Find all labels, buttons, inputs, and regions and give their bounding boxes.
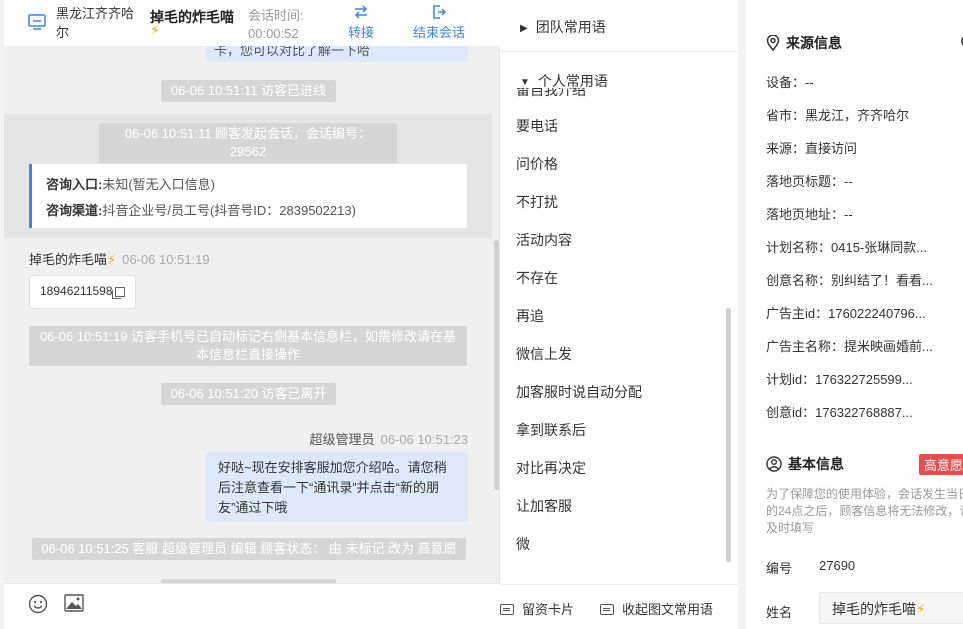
source-info-title: 来源信息 <box>766 33 842 53</box>
transfer-button[interactable]: 转接 <box>348 4 374 41</box>
lead-card-button[interactable]: 留资卡片 <box>500 599 574 618</box>
emoji-icon[interactable] <box>28 594 48 614</box>
agent-message-meta: 超级管理员 06-06 10:51:23 <box>309 432 468 447</box>
end-session-label: 结束会话 <box>413 25 466 40</box>
visitor-phone: 18946211598 <box>40 284 113 298</box>
chat-messages[interactable]: 卡，您可以对比了解一下哈 06-06 10:51:11 访客已进线 06-06 … <box>4 46 500 583</box>
phrase-item[interactable]: 留自我介绍 <box>516 88 586 100</box>
phrases-footer: 留资卡片 收起图文常用语 <box>500 584 738 629</box>
agent-message-bubble: 好哒~现在安排客服加您介绍哈。请您稍后注意查看一下“通讯录”并点击“新的朋友”通… <box>206 452 468 522</box>
card-icon <box>600 604 614 615</box>
phrase-item[interactable]: 不打扰 <box>516 192 558 212</box>
phrase-list[interactable]: 留自我介绍 要电话 问价格 不打扰 活动内容 不存在 再追 微信上发 加客服时说… <box>500 88 738 568</box>
phrase-item[interactable]: 微 <box>516 534 530 554</box>
chat-scrollbar[interactable] <box>494 240 499 490</box>
visitor-name: 掉毛的炸毛喵 <box>150 9 234 25</box>
number-label: 编号 <box>766 561 793 576</box>
source-field: 落地页标题：-- <box>766 174 853 189</box>
agent-message-bubble: 卡，您可以对比了解一下哈 <box>206 46 468 62</box>
session-time: 00:00:52 <box>248 26 299 41</box>
phrase-item[interactable]: 问价格 <box>516 154 558 174</box>
system-message: 06-06 10:51:19 访客手机号已自动标记右侧基本信息栏，如需修改请在基… <box>29 326 467 366</box>
phrase-item[interactable]: 再追 <box>516 306 544 326</box>
session-time-label: 会话时间: <box>248 8 304 23</box>
source-field: 创意名称：别纠结了！看看... <box>766 273 933 288</box>
caret-right-icon: ▶ <box>520 23 528 34</box>
name-label: 姓名 <box>766 605 793 620</box>
source-field: 来源：直接访问 <box>766 141 858 156</box>
phrase-item[interactable]: 拿到联系后 <box>516 420 586 440</box>
transfer-label: 转接 <box>348 25 375 40</box>
phrase-item[interactable]: 要电话 <box>516 116 558 136</box>
copy-icon[interactable] <box>111 286 125 299</box>
system-message: 06-06 10:51:20 访客已离开 <box>161 383 336 405</box>
visitor-message-meta: 掉毛的炸毛喵⚡ 06-06 10:51:19 <box>29 252 210 267</box>
source-field: 设备：-- <box>766 75 814 90</box>
collapse-media-phrases-button[interactable]: 收起图文常用语 <box>600 599 713 618</box>
edit-deadline-note: 为了保障您的使用体验，会话发生当日的24点之后，顾客信息将无法修改，请及时填写 <box>766 487 963 535</box>
phrase-item[interactable]: 活动内容 <box>516 230 572 250</box>
name-field[interactable]: 掉毛的炸毛喵⚡ <box>819 592 963 624</box>
system-message: 06-06 10:51:25 客服 超级管理员 编辑 顾客状态： 由 未标记 改… <box>32 538 466 560</box>
visitor-location: 黑龙江齐齐哈尔 <box>56 6 135 40</box>
phrase-item[interactable]: 不存在 <box>516 268 558 288</box>
source-field: 计划名称：0415-张琳同款... <box>766 240 928 255</box>
consult-info-card: 咨询入口:未知(暂无入口信息) 咨询渠道:抖音企业号/员工号(抖音号ID：283… <box>29 164 467 228</box>
divider <box>500 51 738 52</box>
caret-down-icon: ▼ <box>520 77 530 88</box>
system-message: 06-06 10:51:11 顾客发起会话，会话编号：29562 <box>99 123 397 163</box>
visitor-info-panel: 来源信息 设备：-- 省市：黑龙江，齐齐哈尔 来源：直接访问 落地页标题：-- … <box>740 0 963 629</box>
transfer-icon <box>354 5 368 19</box>
monitor-icon <box>28 14 46 30</box>
source-field: 广告主id：176022240796... <box>766 306 926 321</box>
source-field: 计划id：176322725599... <box>766 372 913 387</box>
source-field: 广告主名称：提米映画婚前... <box>766 339 933 354</box>
source-field: 落地页地址：-- <box>766 207 853 222</box>
consult-channel: 咨询渠道:抖音企业号/员工号(抖音号ID：2839502213) <box>46 203 356 218</box>
source-field: 创意id：176322768887... <box>766 405 913 420</box>
status-badge[interactable]: 高意愿 <box>919 454 963 475</box>
phrases-panel: ▶ 团队常用语 ▼ 个人常用语 留自我介绍 要电话 问价格 不打扰 活动内容 不存在… <box>500 0 738 629</box>
basic-info-title: 基本信息 <box>766 454 844 474</box>
team-phrases-group[interactable]: ▶ 团队常用语 <box>520 17 606 37</box>
visitor-message-bubble[interactable]: 18946211598 <box>29 275 136 309</box>
system-message: 06-06 10:51:11 访客已进线 <box>161 80 336 102</box>
phrase-item[interactable]: 微信上发 <box>516 344 572 364</box>
consult-entry: 咨询入口:未知(暂无入口信息) <box>46 177 216 192</box>
phrase-item[interactable]: 加客服时说自动分配 <box>516 382 642 402</box>
chat-input-toolbar <box>4 583 500 629</box>
end-session-button[interactable]: 结束会话 <box>413 4 465 41</box>
image-icon[interactable] <box>64 594 84 612</box>
bolt-icon: ⚡ <box>150 22 160 38</box>
phrase-item[interactable]: 让加客服 <box>516 496 572 516</box>
source-field: 省市：黑龙江，齐齐哈尔 <box>766 108 910 123</box>
location-pin-icon <box>766 34 780 52</box>
card-icon <box>500 604 514 615</box>
exit-icon <box>433 5 447 19</box>
chat-header: 黑龙江齐齐哈尔 掉毛的炸毛喵 ⚡ 会话时间: 00:00:52 转接 结束会话 <box>4 0 500 46</box>
phrases-scrollbar[interactable] <box>726 308 731 562</box>
number-value: 27690 <box>819 558 856 573</box>
chat-panel: 黑龙江齐齐哈尔 掉毛的炸毛喵 ⚡ 会话时间: 00:00:52 转接 结束会话 … <box>4 0 500 629</box>
user-circle-icon <box>766 456 782 472</box>
phrase-item[interactable]: 对比再决定 <box>516 458 586 478</box>
